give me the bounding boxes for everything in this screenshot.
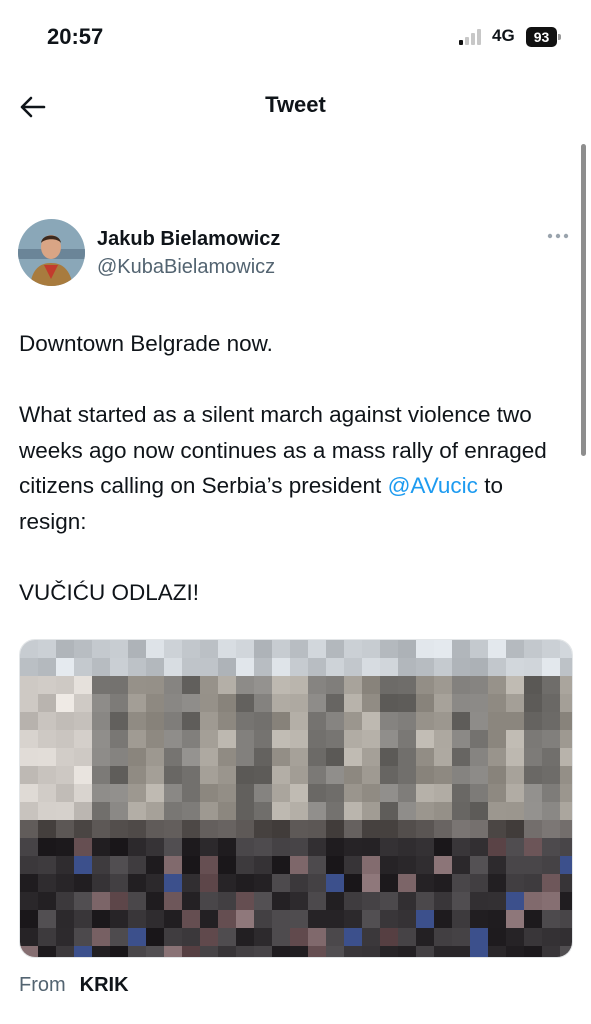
tweet-image[interactable] — [19, 639, 573, 958]
source-label: From — [19, 974, 66, 996]
network-type: 4G — [492, 26, 515, 45]
source-name[interactable]: KRIK — [80, 974, 129, 996]
avatar[interactable] — [18, 219, 85, 286]
cellular-signal-icon — [459, 29, 481, 45]
tweet-line-1: Downtown Belgrade now. — [19, 331, 273, 356]
status-time: 20:57 — [47, 24, 104, 49]
status-bar: 20:57 4G 93 — [0, 0, 591, 70]
author-handle[interactable]: @KubaBielamowicz — [97, 256, 275, 279]
battery-level: 93 — [526, 27, 557, 47]
page-title: Tweet — [265, 92, 326, 117]
tweet-text: Downtown Belgrade now. What started as a… — [19, 326, 574, 610]
tweet-paragraph-2: What started as a silent march against v… — [19, 397, 574, 539]
tweet-line-3: VUČIĆU ODLAZI! — [19, 579, 200, 605]
author-name[interactable]: Jakub Bielamowicz — [97, 228, 280, 251]
more-options-icon[interactable] — [543, 226, 573, 246]
mention-link[interactable]: @AVucic — [388, 473, 478, 498]
top-nav: Tweet — [0, 80, 591, 134]
scrollbar[interactable] — [581, 144, 586, 456]
battery-icon: 93 — [526, 27, 561, 47]
media-source: From KRIK — [19, 974, 129, 997]
